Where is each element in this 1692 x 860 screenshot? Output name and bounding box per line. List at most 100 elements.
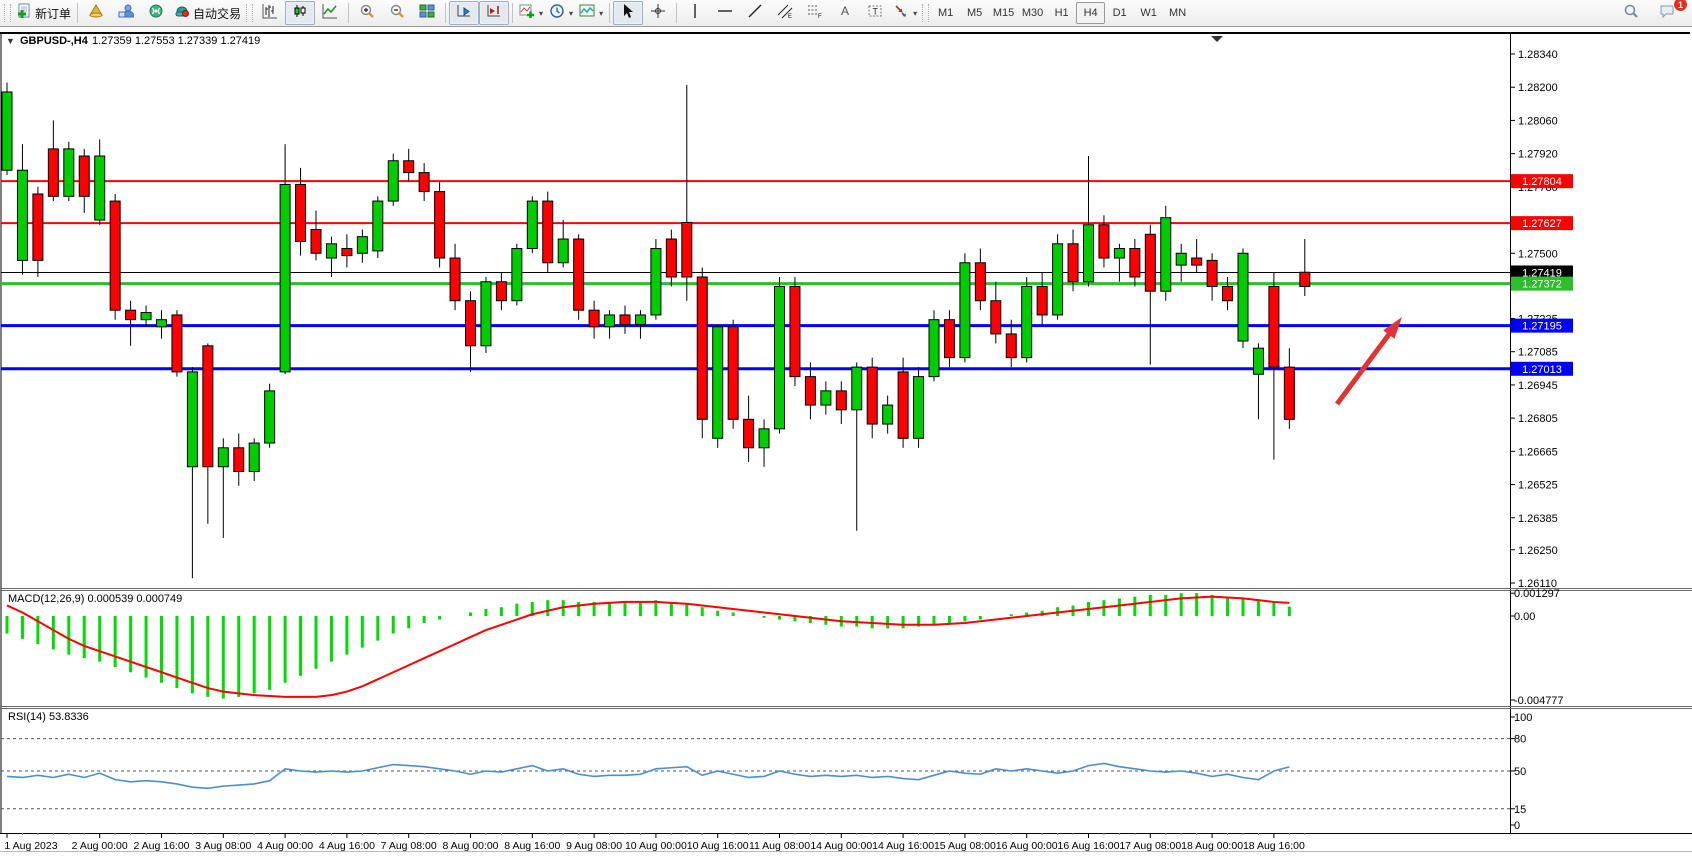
time-axis-label: 10 Aug 00:00 bbox=[625, 840, 687, 852]
metaeditor-icon bbox=[118, 3, 134, 24]
candle bbox=[744, 419, 754, 447]
signal-icon bbox=[148, 3, 164, 24]
time-axis-label: 9 Aug 08:00 bbox=[566, 840, 622, 852]
candle bbox=[466, 301, 476, 346]
main-toolbar: 新订单 自动交易 bbox=[0, 0, 1692, 27]
timeframe-m5-button[interactable]: M5 bbox=[960, 2, 989, 24]
candle bbox=[1099, 225, 1109, 258]
signal-button[interactable] bbox=[141, 1, 171, 25]
candle bbox=[110, 201, 120, 310]
cursor-button[interactable] bbox=[613, 1, 643, 25]
candle bbox=[187, 372, 197, 467]
candle bbox=[496, 282, 506, 301]
candle bbox=[867, 367, 877, 424]
candle bbox=[852, 367, 862, 410]
fibonacci-button[interactable]: F bbox=[800, 1, 830, 25]
candle bbox=[234, 448, 244, 472]
profiles-button[interactable] bbox=[81, 1, 111, 25]
time-axis-label: 10 Aug 16:00 bbox=[687, 840, 749, 852]
time-axis-label: 2 Aug 16:00 bbox=[133, 840, 189, 852]
time-axis-label: 7 Aug 08:00 bbox=[381, 840, 437, 852]
toolbar-grip bbox=[922, 4, 929, 22]
candle bbox=[543, 201, 553, 263]
chart-menu-arrow-icon[interactable]: ▼ bbox=[6, 36, 15, 46]
candle bbox=[1238, 253, 1248, 341]
search-button[interactable] bbox=[1616, 1, 1646, 25]
periods-button[interactable]: ▾ bbox=[546, 1, 576, 25]
templates-button[interactable]: ▾ bbox=[576, 1, 606, 25]
candle bbox=[388, 161, 398, 201]
zoom-in-button[interactable] bbox=[352, 1, 382, 25]
candle bbox=[311, 230, 321, 254]
timeframe-w1-button[interactable]: W1 bbox=[1134, 2, 1163, 24]
rsi-tick-label: 0 bbox=[1514, 820, 1520, 832]
candle bbox=[512, 249, 522, 301]
candle bbox=[775, 286, 785, 428]
indicators-icon bbox=[519, 3, 535, 24]
candle bbox=[805, 377, 815, 405]
rsi-tick-label: 15 bbox=[1514, 804, 1526, 816]
candle bbox=[1300, 272, 1310, 286]
time-axis-label: 14 Aug 16:00 bbox=[872, 840, 934, 852]
chart-window[interactable]: 1.283401.282001.280601.279201.277801.275… bbox=[0, 27, 1692, 855]
candle bbox=[1207, 260, 1217, 286]
candle bbox=[697, 277, 707, 419]
text-label-button[interactable]: T bbox=[860, 1, 890, 25]
chart-title-ohlc: 1.27359 1.27553 1.27339 1.27419 bbox=[92, 35, 260, 47]
horizontal-line-button[interactable] bbox=[710, 1, 740, 25]
time-axis-label: 16 Aug 16:00 bbox=[1058, 840, 1120, 852]
timeframe-m30-button[interactable]: M30 bbox=[1018, 2, 1047, 24]
candle bbox=[1284, 367, 1294, 419]
candle bbox=[435, 192, 445, 258]
metaeditor-button[interactable] bbox=[111, 1, 141, 25]
chart-shift-button[interactable] bbox=[479, 1, 509, 25]
notification-badge: 1 bbox=[1673, 0, 1688, 12]
timeframe-h4-button[interactable]: H4 bbox=[1076, 2, 1105, 24]
candle bbox=[713, 327, 723, 438]
trendline-button[interactable] bbox=[740, 1, 770, 25]
candle bbox=[1114, 249, 1124, 258]
candle bbox=[527, 201, 537, 248]
time-axis-label: 4 Aug 00:00 bbox=[257, 840, 313, 852]
crosshair-icon bbox=[650, 3, 666, 24]
timeframe-m1-button[interactable]: M1 bbox=[931, 2, 960, 24]
vertical-line-button[interactable] bbox=[680, 1, 710, 25]
timeframe-d1-button[interactable]: D1 bbox=[1105, 2, 1134, 24]
candle bbox=[326, 244, 336, 258]
candle bbox=[759, 429, 769, 448]
candlestick-chart-icon bbox=[292, 3, 308, 24]
arrows-button[interactable]: ▾ bbox=[890, 1, 920, 25]
candle bbox=[1053, 244, 1063, 315]
template-icon bbox=[579, 3, 595, 24]
svg-text:E: E bbox=[788, 14, 792, 19]
candle bbox=[790, 286, 800, 376]
time-axis-label: 8 Aug 00:00 bbox=[442, 840, 498, 852]
candle bbox=[2, 92, 12, 170]
notifications-button[interactable]: 1 bbox=[1652, 1, 1682, 25]
timeframe-mn-button[interactable]: MN bbox=[1163, 2, 1192, 24]
zoom-out-button[interactable] bbox=[382, 1, 412, 25]
candlestick-chart-button[interactable] bbox=[285, 1, 315, 25]
new-order-button[interactable]: 新订单 bbox=[13, 1, 74, 25]
trendline-icon bbox=[747, 3, 763, 24]
text-button[interactable]: A bbox=[830, 1, 860, 25]
candle bbox=[728, 327, 738, 420]
line-chart-button[interactable] bbox=[315, 1, 345, 25]
macd-tick-label: -0.004777 bbox=[1514, 695, 1564, 707]
chart-canvas[interactable]: 1.283401.282001.280601.279201.277801.275… bbox=[0, 27, 1692, 855]
macd-tick-label: 0.00 bbox=[1514, 611, 1535, 623]
price-tick-label: 1.26805 bbox=[1518, 413, 1558, 425]
bar-chart-button[interactable] bbox=[255, 1, 285, 25]
crosshair-button[interactable] bbox=[643, 1, 673, 25]
autotrading-button[interactable]: 自动交易 bbox=[171, 1, 244, 25]
cursor-icon bbox=[620, 3, 636, 24]
indicators-button[interactable]: ▾ bbox=[516, 1, 546, 25]
auto-scroll-button[interactable] bbox=[449, 1, 479, 25]
equidistant-channel-button[interactable]: E bbox=[770, 1, 800, 25]
timeframe-h1-button[interactable]: H1 bbox=[1047, 2, 1076, 24]
timeframe-m15-button[interactable]: M15 bbox=[989, 2, 1018, 24]
price-tick-label: 1.28340 bbox=[1518, 49, 1558, 61]
macd-tick-label: 0.001297 bbox=[1514, 588, 1560, 600]
tile-windows-button[interactable] bbox=[412, 1, 442, 25]
line-chart-icon bbox=[322, 3, 338, 24]
